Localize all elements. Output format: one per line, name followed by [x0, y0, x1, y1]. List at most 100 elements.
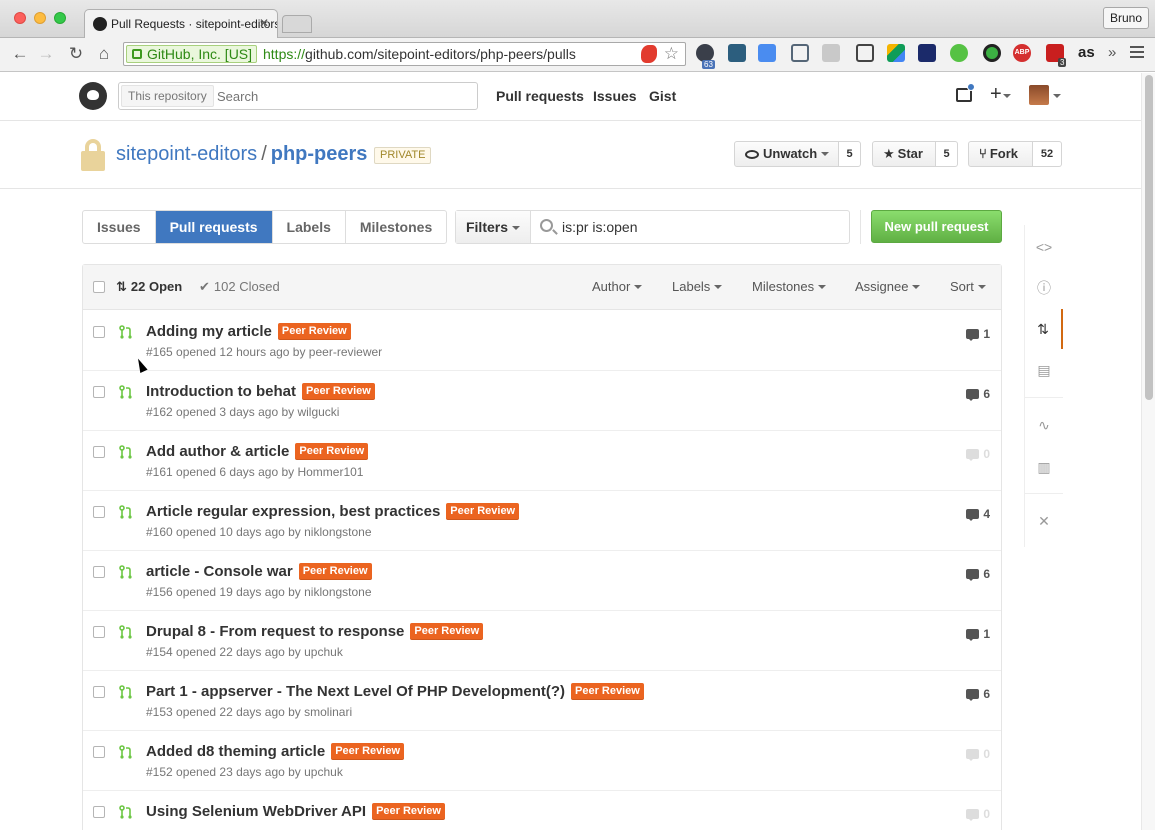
peer-review-label[interactable]: Peer Review [277, 323, 351, 340]
comment-count[interactable]: 0 [966, 447, 990, 461]
github-logo-icon[interactable] [79, 82, 107, 110]
row-checkbox[interactable] [93, 746, 105, 758]
repo-owner-link[interactable]: sitepoint-editors [116, 143, 257, 165]
extension-chat-icon[interactable] [950, 44, 968, 62]
comment-count[interactable]: 6 [966, 687, 990, 701]
settings-tools-icon[interactable]: ✕ [1025, 501, 1063, 541]
open-filter-link[interactable]: ⇅ 22 Open [116, 279, 182, 295]
peer-review-label[interactable]: Peer Review [295, 443, 369, 460]
home-icon[interactable]: ⌂ [94, 44, 114, 64]
page-scrollbar[interactable] [1141, 73, 1155, 830]
overflow-chevron-icon[interactable]: » [1108, 44, 1116, 61]
repo-name-link[interactable]: php-peers [271, 143, 368, 165]
row-checkbox[interactable] [93, 326, 105, 338]
new-tab-button[interactable] [282, 15, 312, 33]
row-checkbox[interactable] [93, 386, 105, 398]
subnav-labels[interactable]: Labels [273, 211, 346, 243]
pr-title-link[interactable]: Add author & article [146, 443, 289, 460]
pull-requests-icon[interactable]: ⇅ [1025, 309, 1063, 349]
wiki-book-icon[interactable]: ▤ [1025, 350, 1063, 390]
minimize-window-button[interactable] [34, 12, 46, 24]
pr-title-link[interactable]: Part 1 - appserver - The Next Level Of P… [146, 683, 565, 700]
browser-tab-active[interactable]: Pull Requests · sitepoint-editors/php-pe… [84, 9, 278, 39]
eyedropper-icon[interactable] [791, 44, 809, 62]
row-checkbox[interactable] [93, 566, 105, 578]
pr-title-link[interactable]: article - Console war [146, 563, 293, 580]
tab-close-icon[interactable]: ✕ [259, 16, 269, 30]
pr-title-link[interactable]: Adding my article [146, 323, 272, 340]
milestones-dropdown[interactable]: Milestones [752, 279, 827, 294]
comment-count[interactable]: 0 [966, 747, 990, 761]
filter-query-input[interactable] [562, 218, 842, 236]
extension-graduate-icon[interactable] [728, 44, 746, 62]
pr-title-link[interactable]: Introduction to behat [146, 383, 296, 400]
row-checkbox[interactable] [93, 506, 105, 518]
pr-title-link[interactable]: Drupal 8 - From request to response [146, 623, 404, 640]
row-checkbox[interactable] [93, 626, 105, 638]
closed-filter-link[interactable]: ✔ 102 Closed [199, 279, 280, 295]
pr-title-link[interactable]: Article regular expression, best practic… [146, 503, 440, 520]
comment-count[interactable]: 1 [966, 327, 990, 341]
peer-review-label[interactable]: Peer Review [331, 743, 405, 760]
extension-rss-icon[interactable] [641, 45, 657, 63]
filters-dropdown-button[interactable]: Filters [456, 211, 531, 243]
forward-arrow-icon[interactable]: → [36, 44, 56, 64]
extension-ring-icon[interactable] [983, 44, 1001, 62]
nav-gist[interactable]: Gist [649, 88, 676, 104]
peer-review-label[interactable]: Peer Review [372, 803, 445, 820]
comment-count[interactable]: 0 [966, 807, 990, 821]
comment-count[interactable]: 4 [966, 507, 990, 521]
forks-count[interactable]: 52 [1033, 141, 1062, 167]
create-new-plus-icon[interactable]: + [990, 83, 1002, 106]
nav-pull-requests[interactable]: Pull requests [496, 88, 584, 104]
assignee-dropdown[interactable]: Assignee [855, 279, 921, 294]
pulse-icon[interactable]: ∿ [1025, 405, 1063, 445]
peer-review-label[interactable]: Peer Review [410, 623, 484, 640]
scrollbar-thumb[interactable] [1145, 75, 1153, 400]
peer-review-label[interactable]: Peer Review [446, 503, 520, 520]
search-input[interactable] [217, 86, 467, 106]
peer-review-label[interactable]: Peer Review [571, 683, 644, 700]
labels-dropdown[interactable]: Labels [672, 279, 723, 294]
code-icon[interactable]: <> [1025, 227, 1063, 267]
subnav-milestones[interactable]: Milestones [346, 211, 446, 243]
address-bar[interactable]: GitHub, Inc. [US] https://github.com/sit… [123, 42, 686, 66]
peer-review-label[interactable]: Peer Review [301, 383, 375, 400]
google-drive-icon[interactable] [887, 44, 905, 62]
translate-icon[interactable] [758, 44, 776, 62]
select-all-checkbox[interactable] [93, 281, 105, 293]
extension-grid-icon[interactable] [822, 44, 840, 62]
ev-certificate-badge[interactable]: GitHub, Inc. [US] [126, 45, 258, 63]
row-checkbox[interactable] [93, 806, 105, 818]
user-avatar[interactable] [1029, 85, 1049, 105]
profile-button[interactable]: Bruno [1103, 7, 1149, 29]
peer-review-label[interactable]: Peer Review [298, 563, 372, 580]
lastfm-icon[interactable]: as [1078, 44, 1095, 61]
row-checkbox[interactable] [93, 686, 105, 698]
menu-hamburger-icon[interactable] [1130, 46, 1144, 48]
comment-count[interactable]: 6 [966, 567, 990, 581]
unwatch-button[interactable]: Unwatch [734, 141, 839, 167]
comment-count[interactable]: 1 [966, 627, 990, 641]
pr-title-link[interactable]: Using Selenium WebDriver API [146, 803, 366, 820]
subnav-issues[interactable]: Issues [83, 211, 156, 243]
close-window-button[interactable] [14, 12, 26, 24]
reload-icon[interactable]: ↻ [66, 44, 86, 64]
stargazers-count[interactable]: 5 [936, 141, 958, 167]
back-arrow-icon[interactable]: ← [10, 44, 30, 64]
graphs-icon[interactable]: ▥ [1025, 447, 1063, 487]
window-icon[interactable] [856, 44, 874, 62]
fork-button[interactable]: ⑂ Fork [968, 141, 1033, 167]
row-checkbox[interactable] [93, 446, 105, 458]
pr-title-link[interactable]: Added d8 theming article [146, 743, 325, 760]
nav-issues[interactable]: Issues [593, 88, 637, 104]
watchers-count[interactable]: 5 [839, 141, 861, 167]
extension-speed-icon[interactable] [918, 44, 936, 62]
subnav-pull-requests[interactable]: Pull requests [155, 211, 273, 243]
comment-count[interactable]: 6 [966, 387, 990, 401]
adblock-icon[interactable]: ABP [1013, 44, 1031, 62]
star-button[interactable]: ★ Star [872, 141, 936, 167]
issues-icon[interactable]: ⓘ [1025, 268, 1063, 308]
bookmark-star-icon[interactable]: ☆ [664, 44, 679, 64]
sort-dropdown[interactable]: Sort [950, 279, 986, 294]
